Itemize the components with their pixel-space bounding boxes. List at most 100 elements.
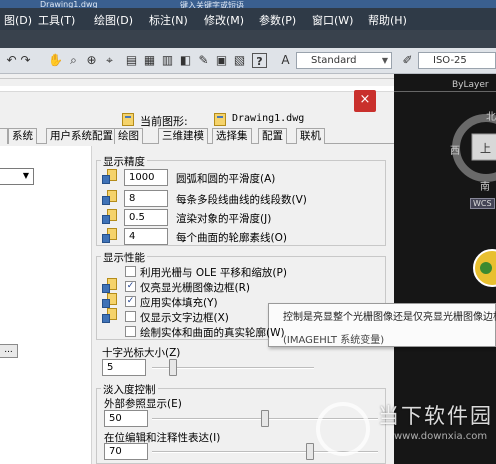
dwg-file-icon: [214, 113, 226, 126]
compass-west: 西: [450, 146, 460, 157]
tab-1[interactable]: 用户系统配置: [46, 128, 117, 144]
fade-control-title: 淡入度控制: [101, 382, 158, 397]
tab-6[interactable]: 联机: [296, 128, 325, 144]
zoom-previous-icon[interactable]: ⌖: [102, 53, 117, 68]
drawing-icon: [102, 175, 110, 184]
sheet-set-icon[interactable]: ◧: [178, 53, 193, 68]
tab-2[interactable]: 绘图: [114, 128, 143, 144]
text-style-select[interactable]: Standard ▼: [296, 52, 392, 69]
crosshair-size-label: 十字光标大小(Z): [102, 347, 181, 359]
performance-checkbox[interactable]: ✓: [125, 296, 136, 307]
xref-display-slider[interactable]: [261, 410, 269, 427]
resolution-setting-icon: [102, 169, 118, 185]
menu-item[interactable]: 修改(M): [204, 12, 244, 28]
calculator-icon[interactable]: ▣: [214, 53, 229, 68]
current-drawing: 当前图形: Drawing1.dwg: [122, 112, 382, 128]
nav-wheel-dot: [480, 262, 492, 274]
crosshair-size-slider[interactable]: [169, 359, 177, 376]
text-style-icon[interactable]: A: [278, 53, 293, 68]
performance-label: 绘制实体和曲面的真实轮廓(W): [140, 327, 285, 339]
current-drawing-name: Drawing1.dwg: [232, 113, 305, 124]
menu-item[interactable]: 标注(N): [149, 12, 188, 28]
performance-checkbox[interactable]: [125, 311, 136, 322]
color-scheme-select[interactable]: ▼: [0, 168, 34, 185]
menu-item[interactable]: 工具(T): [38, 12, 75, 28]
drawing-icon: [102, 299, 110, 308]
resolution-label: 每条多段线曲线的线段数(V): [176, 194, 307, 206]
drawing-icon: [102, 314, 110, 323]
dim-style-value: ISO-25: [433, 55, 467, 66]
drawing-icon: [102, 234, 110, 243]
performance-label: 应用实体填充(Y): [140, 297, 218, 309]
xref-display-input[interactable]: 50: [104, 410, 148, 427]
crosshair-size-input[interactable]: 5: [102, 359, 146, 376]
menu-item[interactable]: 参数(P): [259, 12, 296, 28]
resolution-setting-icon: [102, 190, 118, 206]
wcs-button[interactable]: WCS: [470, 198, 495, 209]
drawing-icon: [102, 215, 110, 224]
tab-4[interactable]: 选择集: [212, 128, 252, 144]
tab-5[interactable]: 配置: [258, 128, 287, 144]
menu-item[interactable]: 窗口(W): [312, 12, 353, 28]
resolution-label: 每个曲面的轮廓素线(O): [176, 232, 287, 244]
tab-3[interactable]: 三维建模: [158, 128, 208, 144]
dim-style-icon[interactable]: ✐: [400, 53, 415, 68]
performance-label: 利用光栅与 OLE 平移和缩放(P): [140, 267, 287, 279]
chevron-down-icon: ▼: [22, 171, 29, 180]
inplace-slider-track: [152, 451, 378, 453]
viewcube-top-label: 上: [480, 142, 491, 155]
display-performance-title: 显示性能: [101, 250, 147, 265]
compass-north: 北: [486, 112, 496, 123]
resolution-input[interactable]: 8: [124, 190, 168, 207]
zoom-window-icon[interactable]: ⊕: [84, 53, 99, 68]
help-icon[interactable]: ?: [252, 53, 267, 68]
menu-item[interactable]: 绘图(D): [94, 12, 133, 28]
markup-icon[interactable]: ✎: [196, 53, 211, 68]
performance-setting-icon: [102, 308, 118, 324]
menu-item[interactable]: 图(D): [4, 12, 32, 28]
options-tabs: 示系统用户系统配置绘图三维建模选择集配置联机: [0, 128, 394, 144]
inplace-edit-input[interactable]: 70: [104, 443, 148, 460]
performance-checkbox[interactable]: [125, 266, 136, 277]
close-button[interactable]: ×: [354, 90, 376, 112]
undo-icon[interactable]: ↶: [4, 53, 19, 68]
tab-0[interactable]: 系统: [8, 128, 37, 144]
performance-setting-icon: [102, 278, 118, 294]
layer-property[interactable]: ByLayer: [394, 80, 496, 92]
drawing-icon: [102, 284, 110, 293]
drawing-area[interactable]: 北 西 南 上 WCS: [394, 74, 496, 464]
resolution-label: 圆弧和圆的平滑度(A): [176, 173, 276, 185]
viewcube-svg: [452, 114, 496, 287]
standard-toolbar: ↶ ↷ ✋ ⌕ ⊕ ⌖ ▤ ▦ ▥ ◧ ✎ ▣ ▧ ? A Standard ▼…: [0, 48, 496, 74]
resolution-input[interactable]: 4: [124, 228, 168, 245]
block-editor-icon[interactable]: ▧: [232, 53, 247, 68]
dialog-titlebar: [0, 86, 394, 92]
resolution-setting-icon: [102, 228, 118, 244]
design-center-icon[interactable]: ▦: [142, 53, 157, 68]
tool-palettes-icon[interactable]: ▥: [160, 53, 175, 68]
tooltip: 控制是亮显整个光栅图像还是仅亮显光栅图像边框 (IMAGEHLT 系统变量): [268, 303, 496, 347]
dim-style-select[interactable]: ISO-25: [418, 52, 496, 69]
menu-item[interactable]: 帮助(H): [368, 12, 407, 28]
xref-display-label: 外部参照显示(E): [104, 398, 182, 410]
window-elements-panel: [0, 146, 92, 464]
menu-bar: 图(D) 工具(T) 绘图(D) 标注(N) 修改(M) 参数(P) 窗口(W) 帮助(H): [0, 8, 496, 30]
redo-icon[interactable]: ↷: [18, 53, 33, 68]
resolution-input[interactable]: 0.5: [124, 209, 168, 226]
performance-checkbox[interactable]: [125, 326, 136, 337]
performance-label: 仅亮显光栅图像边框(R): [140, 282, 250, 294]
colors-button[interactable]: ...: [0, 344, 18, 358]
inplace-edit-slider[interactable]: [306, 443, 314, 460]
drawing-icon: [102, 196, 110, 205]
chevron-down-icon: ▼: [381, 56, 388, 65]
zoom-realtime-icon[interactable]: ⌕: [66, 53, 81, 68]
current-drawing-label: 当前图形:: [140, 115, 188, 128]
resolution-setting-icon: [102, 209, 118, 225]
properties-icon[interactable]: ▤: [124, 53, 139, 68]
pan-icon[interactable]: ✋: [48, 53, 63, 68]
resolution-input[interactable]: 1000: [124, 169, 168, 186]
tab-display[interactable]: 示: [0, 128, 8, 144]
resolution-label: 渲染对象的平滑度(J): [176, 213, 272, 225]
performance-checkbox[interactable]: ✓: [125, 281, 136, 292]
text-style-value: Standard: [311, 55, 357, 66]
